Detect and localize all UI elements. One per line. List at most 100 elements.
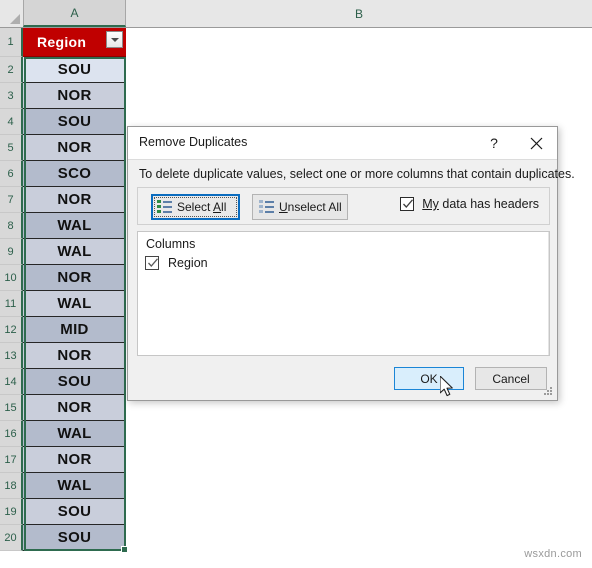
cell-a15-text: NOR bbox=[57, 399, 92, 416]
unselect-all-button[interactable]: Unselect All bbox=[252, 194, 348, 220]
row-header-15[interactable]: 15 bbox=[0, 395, 23, 421]
row-header-18[interactable]: 18 bbox=[0, 473, 23, 499]
row-header-12[interactable]: 12 bbox=[0, 317, 23, 343]
row-header-1[interactable]: 1 bbox=[0, 28, 23, 57]
cell-a1-text: Region bbox=[37, 34, 87, 50]
columns-list-box[interactable]: Columns Region bbox=[137, 231, 550, 356]
cell-a13-text: NOR bbox=[57, 347, 92, 364]
cell-a7-text: NOR bbox=[57, 191, 92, 208]
help-button[interactable]: ? bbox=[483, 132, 505, 154]
remove-duplicates-dialog: Remove Duplicates ? To delete duplicate … bbox=[127, 126, 575, 401]
list-item-label: Region bbox=[168, 256, 208, 270]
cell-a6-text: SCO bbox=[57, 165, 92, 182]
select-all-button[interactable]: Select All bbox=[151, 194, 240, 220]
list-item-region[interactable]: Region bbox=[145, 256, 208, 270]
select-all-label: Select All bbox=[177, 200, 226, 214]
cell-a8[interactable]: WAL bbox=[23, 213, 126, 239]
cancel-button[interactable]: Cancel bbox=[475, 367, 547, 390]
cell-a19[interactable]: SOU bbox=[23, 499, 126, 525]
my-data-has-headers-label: My data has headers bbox=[422, 197, 539, 211]
dialog-title-bar[interactable]: Remove Duplicates ? bbox=[128, 127, 557, 160]
checkbox-box[interactable] bbox=[145, 256, 159, 270]
cell-a19-text: SOU bbox=[57, 503, 92, 520]
select-all-accel: A bbox=[213, 200, 222, 214]
headers-text-post: data has headers bbox=[438, 197, 539, 211]
cell-a16-text: WAL bbox=[57, 425, 92, 442]
column-header-b[interactable]: B bbox=[126, 0, 592, 27]
corner-triangle-icon bbox=[10, 14, 20, 24]
row-header-16[interactable]: 16 bbox=[0, 421, 23, 447]
close-icon[interactable] bbox=[523, 131, 549, 155]
cell-a2-text: SOU bbox=[57, 61, 92, 78]
row-header-2[interactable]: 2 bbox=[0, 57, 23, 83]
row-header-6[interactable]: 6 bbox=[0, 161, 23, 187]
row-header-10[interactable]: 10 bbox=[0, 265, 23, 291]
cell-a6[interactable]: SCO bbox=[23, 161, 126, 187]
unselect-all-label: Unselect All bbox=[279, 200, 342, 214]
resize-grip-icon[interactable] bbox=[542, 385, 554, 397]
cell-a3[interactable]: NOR bbox=[23, 83, 126, 109]
column-header-strip: A B bbox=[0, 0, 592, 28]
cell-a3-text: NOR bbox=[57, 87, 92, 104]
unselect-all-accel: U bbox=[279, 200, 288, 214]
row-header-5[interactable]: 5 bbox=[0, 135, 23, 161]
row-header-13[interactable]: 13 bbox=[0, 343, 23, 369]
row-header-19[interactable]: 19 bbox=[0, 499, 23, 525]
cell-a14-text: SOU bbox=[57, 373, 92, 390]
cell-a16[interactable]: WAL bbox=[23, 421, 126, 447]
cell-a2[interactable]: SOU bbox=[23, 57, 126, 83]
list-scroll-edge bbox=[548, 232, 549, 355]
selection-toolbar-panel: Select All Unselect All My data has head… bbox=[137, 187, 550, 225]
row-header-20[interactable]: 20 bbox=[0, 525, 23, 551]
cell-a11-text: WAL bbox=[57, 295, 92, 312]
cell-a12[interactable]: MID bbox=[23, 317, 126, 343]
select-all-list-icon bbox=[157, 200, 172, 214]
my-data-has-headers-checkbox[interactable]: My data has headers bbox=[400, 197, 539, 211]
cell-a14[interactable]: SOU bbox=[23, 369, 126, 395]
cell-a5-text: NOR bbox=[57, 139, 92, 156]
cell-a20-text: SOU bbox=[57, 529, 92, 546]
row-header-4[interactable]: 4 bbox=[0, 109, 23, 135]
selection-fill-handle[interactable] bbox=[121, 546, 128, 553]
cell-a10[interactable]: NOR bbox=[23, 265, 126, 291]
row-header-3[interactable]: 3 bbox=[0, 83, 23, 109]
cell-a10-text: NOR bbox=[57, 269, 92, 286]
cell-a20[interactable]: SOU bbox=[23, 525, 126, 551]
cell-a8-text: WAL bbox=[57, 217, 92, 234]
cell-a4[interactable]: SOU bbox=[23, 109, 126, 135]
headers-accel: My bbox=[422, 197, 439, 211]
row-header-14[interactable]: 14 bbox=[0, 369, 23, 395]
watermark: wsxdn.com bbox=[524, 548, 582, 560]
cell-a18[interactable]: WAL bbox=[23, 473, 126, 499]
dialog-title: Remove Duplicates bbox=[139, 135, 248, 149]
cell-a9-text: WAL bbox=[57, 243, 92, 260]
cell-a17-text: NOR bbox=[57, 451, 92, 468]
cell-a1[interactable]: Region bbox=[23, 28, 126, 57]
ok-button[interactable]: OK bbox=[394, 367, 464, 390]
cell-a4-text: SOU bbox=[57, 113, 92, 130]
cell-a13[interactable]: NOR bbox=[23, 343, 126, 369]
cell-a9[interactable]: WAL bbox=[23, 239, 126, 265]
unselect-all-list-icon bbox=[259, 200, 274, 214]
cell-a18-text: WAL bbox=[57, 477, 92, 494]
select-all-corner[interactable] bbox=[0, 0, 23, 27]
select-all-text-post: ll bbox=[221, 200, 227, 214]
unselect-all-text-post: nselect All bbox=[287, 200, 342, 214]
row-header-17[interactable]: 17 bbox=[0, 447, 23, 473]
row-header-11[interactable]: 11 bbox=[0, 291, 23, 317]
cell-a15[interactable]: NOR bbox=[23, 395, 126, 421]
cell-a12-text: MID bbox=[60, 321, 89, 338]
columns-list-title: Columns bbox=[146, 237, 196, 251]
column-header-a[interactable]: A bbox=[23, 0, 126, 27]
checkbox-box bbox=[400, 197, 415, 211]
cell-a5[interactable]: NOR bbox=[23, 135, 126, 161]
filter-dropdown-icon[interactable] bbox=[106, 31, 123, 48]
cell-a11[interactable]: WAL bbox=[23, 291, 126, 317]
row-header-7[interactable]: 7 bbox=[0, 187, 23, 213]
row-header-8[interactable]: 8 bbox=[0, 213, 23, 239]
cell-a7[interactable]: NOR bbox=[23, 187, 126, 213]
row-header-9[interactable]: 9 bbox=[0, 239, 23, 265]
dialog-instruction: To delete duplicate values, select one o… bbox=[139, 167, 575, 181]
select-all-text: Select bbox=[177, 200, 214, 214]
cell-a17[interactable]: NOR bbox=[23, 447, 126, 473]
